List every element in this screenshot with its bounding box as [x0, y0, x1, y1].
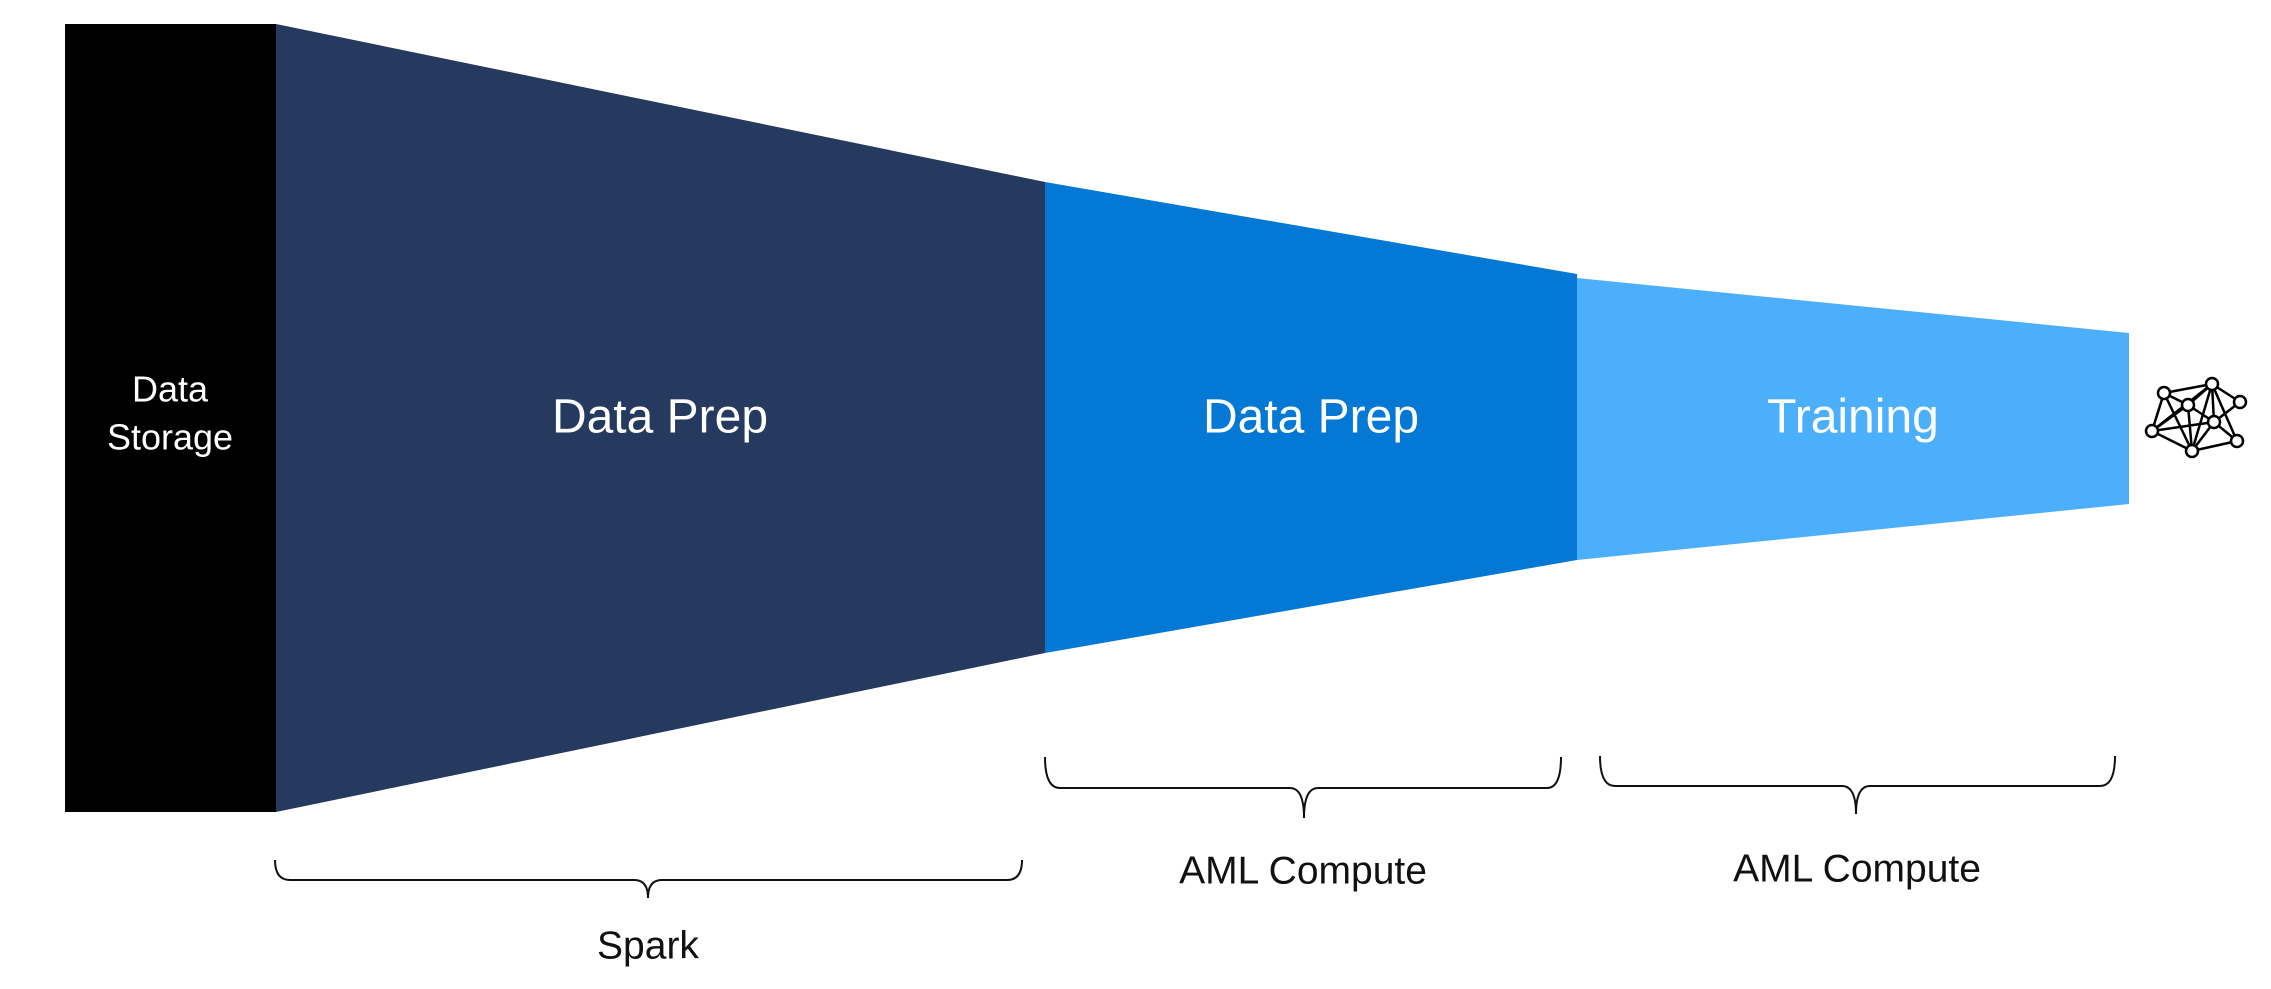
aml-compute-label-1: AML Compute — [1179, 849, 1427, 892]
stage-data-prep-spark-label: Data Prep — [552, 391, 768, 444]
spark-brace — [274, 859, 1023, 899]
pipeline-diagram: Data Storage Data Prep Data Prep Trainin… — [65, 24, 2248, 967]
neural-network-icon — [2144, 376, 2248, 459]
stage-training-label: Training — [1767, 391, 1939, 444]
aml-compute-brace-2 — [1599, 755, 2116, 815]
aml-compute-brace-1 — [1044, 756, 1562, 819]
data-storage-label-line1: Data — [132, 369, 209, 410]
aml-compute-label-2: AML Compute — [1733, 847, 1981, 890]
spark-compute-label: Spark — [597, 924, 699, 967]
data-storage-label-line2: Storage — [107, 417, 233, 458]
stage-data-prep-aml-label: Data Prep — [1203, 391, 1419, 444]
